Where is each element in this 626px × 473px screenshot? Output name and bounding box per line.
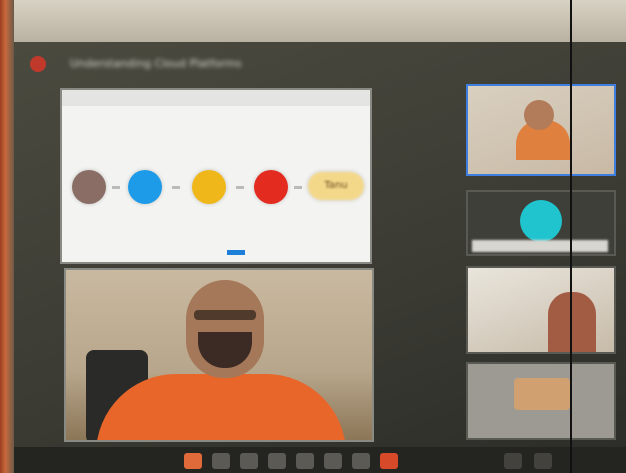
slide-connector [172,186,180,189]
mic-icon[interactable] [212,453,230,469]
monitor-bezel-top [0,0,626,42]
slide-circle-red [254,170,288,204]
camera-icon[interactable] [240,453,258,469]
participant-head [524,100,554,130]
shared-screen[interactable]: Tanu [60,88,372,264]
monitor-edge [570,0,572,473]
participant-name-label [472,240,608,252]
end-call-icon[interactable] [380,453,398,469]
speaker-glasses [194,310,256,320]
participant-thumbnail [514,378,570,410]
fullscreen-icon[interactable] [534,453,552,469]
participant-tile-active[interactable] [466,84,616,176]
participants-icon[interactable] [296,453,314,469]
meeting-title: Understanding Cloud Platforms [70,57,242,70]
window-status-text [450,14,590,30]
slide-connector [236,186,244,189]
slide-circle-grey [72,170,106,204]
reactions-icon[interactable] [352,453,370,469]
more-options-icon[interactable] [504,453,522,469]
participant-tile-avatar[interactable] [466,190,616,256]
slide-circle-blue [128,170,162,204]
background-left [0,0,14,473]
participant-tile[interactable] [466,266,616,354]
recording-icon [30,56,46,72]
slide-circle-yellow [192,170,226,204]
avatar [520,200,562,242]
chat-icon[interactable] [324,453,342,469]
slide-header [62,90,370,106]
slide-connector [294,186,302,189]
meeting-control-bar [14,447,626,473]
participant-tile[interactable] [466,362,616,440]
speaker-video[interactable] [64,268,374,442]
meeting-header: Understanding Cloud Platforms [30,52,320,76]
participant-body [548,292,596,352]
slide-logo: Tanu [308,172,364,200]
slide-page-indicator [227,250,245,255]
raise-hand-icon[interactable] [184,453,202,469]
share-icon[interactable] [268,453,286,469]
slide-connector [112,186,120,189]
